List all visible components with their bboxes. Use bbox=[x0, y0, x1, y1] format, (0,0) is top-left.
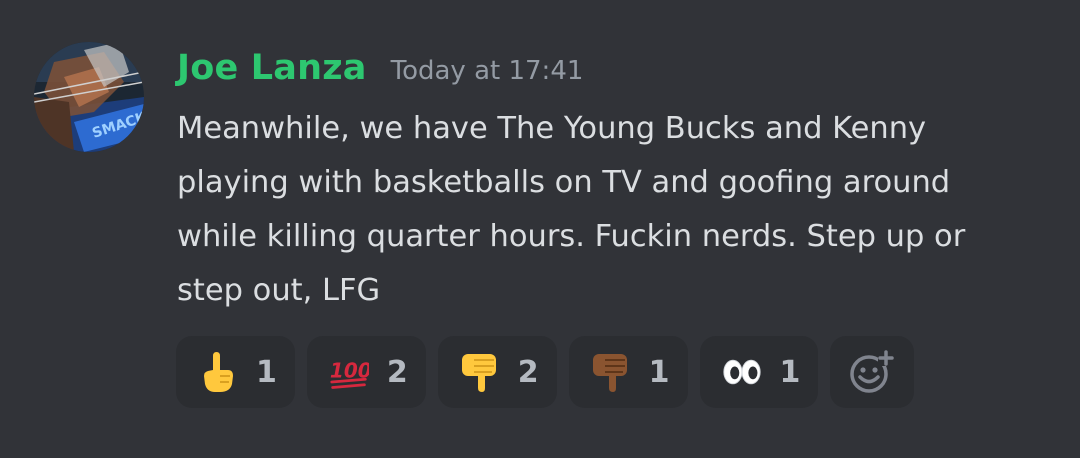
message-line: while killing quarter hours. Fuckin nerd… bbox=[177, 219, 966, 254]
message-line: playing with basketballs on TV and goofi… bbox=[177, 165, 951, 200]
pointing-up-hand-icon bbox=[198, 352, 238, 392]
message-line: Meanwhile, we have The Young Bucks and K… bbox=[177, 111, 927, 146]
message-header: Joe Lanza Today at 17:41 bbox=[177, 48, 583, 100]
reaction-hundred[interactable]: 100 2 bbox=[306, 336, 426, 408]
reaction-count: 1 bbox=[256, 354, 277, 390]
reaction-eyes[interactable]: 1 bbox=[699, 336, 819, 408]
reaction-count: 2 bbox=[517, 354, 539, 390]
hundred-points-icon: 100 bbox=[329, 352, 369, 392]
reaction-count: 1 bbox=[648, 354, 670, 390]
add-reaction-icon bbox=[850, 350, 895, 393]
reaction-pointing-up[interactable]: 1 bbox=[176, 336, 295, 408]
user-avatar[interactable]: SMACK bbox=[34, 42, 144, 152]
thumbs-down-dark-skin-icon bbox=[591, 352, 631, 392]
reaction-count: 2 bbox=[386, 354, 408, 390]
reactions-bar: 1 100 2 2 1 1 bbox=[176, 336, 915, 408]
message-content: Meanwhile, we have The Young Bucks and K… bbox=[177, 102, 1047, 318]
add-reaction-button[interactable] bbox=[830, 336, 915, 408]
message-line: step out, LFG bbox=[177, 273, 381, 308]
message-timestamp: Today at 17:41 bbox=[390, 56, 584, 86]
avatar-image: SMACK bbox=[34, 42, 144, 152]
reaction-thumbs-down[interactable]: 2 bbox=[437, 336, 557, 408]
chat-message: SMACK Joe Lanza Today at 17:41 Meanwhile… bbox=[0, 0, 1080, 458]
username[interactable]: Joe Lanza bbox=[177, 48, 367, 88]
eyes-icon bbox=[722, 352, 762, 392]
reaction-count: 1 bbox=[779, 354, 801, 390]
reaction-thumbs-down-dark[interactable]: 1 bbox=[568, 336, 688, 408]
thumbs-down-icon bbox=[460, 352, 500, 392]
